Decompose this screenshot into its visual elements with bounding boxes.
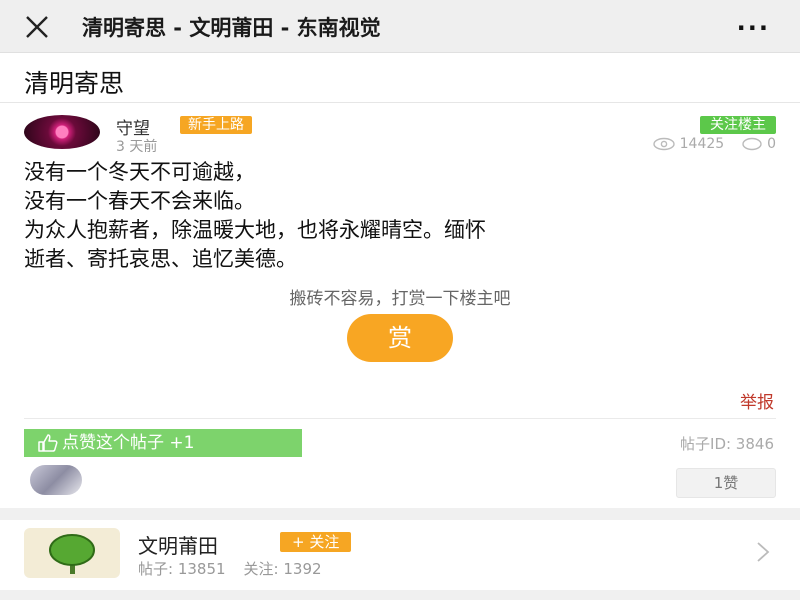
channel-avatar[interactable]	[24, 528, 120, 578]
close-icon[interactable]	[24, 14, 50, 40]
post-line: 没有一个春天不会来临。	[24, 189, 255, 213]
comment-count: 0	[767, 136, 776, 152]
report-link[interactable]: 举报	[740, 388, 774, 413]
window-title: 清明寄思 - 文明莆田 - 东南视觉	[82, 16, 381, 40]
follow-owner-button[interactable]: 关注楼主	[700, 116, 776, 134]
post-id: 帖子ID: 3846	[680, 435, 774, 453]
post-line: 没有一个冬天不可逾越，	[24, 160, 255, 184]
comment-icon	[741, 137, 762, 151]
like-post-button[interactable]: 点赞这个帖子 +1	[24, 429, 302, 457]
author-badge: 新手上路	[180, 116, 252, 134]
channel-name[interactable]: 文明莆田	[138, 530, 218, 559]
tree-icon	[49, 534, 95, 574]
top-bar: 清明寄思 - 文明莆田 - 东南视觉 ···	[0, 0, 800, 53]
eye-icon	[653, 137, 675, 151]
page-title: 清明寄思	[24, 69, 125, 98]
post-stats: 14425 0	[653, 136, 776, 152]
channel-stats: 帖子: 13851 关注: 1392	[138, 558, 322, 579]
post-line: 为众人抱薪者，除温暖大地，也将永耀晴空。缅怀	[24, 218, 486, 242]
thumbs-up-icon	[38, 434, 58, 452]
section-gap	[0, 508, 800, 520]
reward-hint: 搬砖不容易，打赏一下楼主吧	[289, 289, 511, 309]
section-gap	[0, 590, 800, 600]
channel-post-count: 帖子: 13851	[138, 560, 226, 578]
likes-count-button[interactable]: 1赞	[676, 468, 776, 498]
view-count: 14425	[679, 136, 725, 152]
reward-button[interactable]: 赏	[347, 314, 453, 362]
channel-follow-button[interactable]: + 关注	[280, 532, 352, 552]
like-post-label: 点赞这个帖子 +1	[62, 433, 195, 453]
post-time: 3 天前	[116, 139, 158, 155]
post-line: 逝者、寄托哀思、追忆美德。	[24, 247, 297, 271]
channel-follower-count: 关注: 1392	[243, 560, 322, 578]
chevron-right-icon[interactable]	[756, 540, 770, 564]
divider	[24, 418, 776, 419]
divider	[0, 102, 800, 103]
author-avatar[interactable]	[24, 115, 100, 149]
more-menu-icon[interactable]: ···	[737, 14, 770, 42]
liker-avatar[interactable]	[30, 465, 82, 495]
post-body: 没有一个冬天不可逾越， 没有一个春天不会来临。 为众人抱薪者，除温暖大地，也将永…	[24, 158, 776, 274]
